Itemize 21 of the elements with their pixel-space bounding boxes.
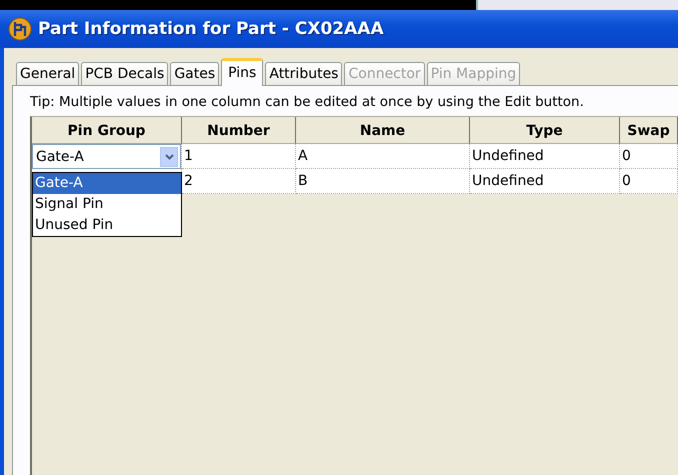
tab[interactable]: Pins xyxy=(221,58,264,86)
dropdown-option[interactable]: Gate-A xyxy=(33,173,181,194)
table-cell: B xyxy=(296,169,470,194)
pin-group-dropdown[interactable]: Gate-A xyxy=(32,144,181,169)
tab[interactable]: Attributes xyxy=(265,62,342,85)
table-cell: A xyxy=(296,144,470,169)
tab[interactable]: PCB Decals xyxy=(81,62,168,85)
dropdown-option[interactable]: Unused Pin xyxy=(33,215,181,236)
table-cell: 2 xyxy=(182,169,296,194)
dropdown-option[interactable]: Signal Pin xyxy=(33,194,181,215)
chevron-down-icon[interactable] xyxy=(160,146,178,166)
table-cell: 0 xyxy=(620,144,678,169)
table-cell: Undefined xyxy=(470,144,620,169)
tab[interactable]: General xyxy=(16,62,80,85)
table-cell: Undefined xyxy=(470,169,620,194)
table-cell: 0 xyxy=(620,169,678,194)
table-cell: 1 xyxy=(182,144,296,169)
tab[interactable]: Gates xyxy=(170,62,220,85)
tip-text: Tip: Multiple values in one column can be edited at once by using the Edit button. xyxy=(30,94,585,110)
window-title: Part Information for Part - CX02AAA xyxy=(38,19,384,39)
app-icon xyxy=(8,17,32,41)
